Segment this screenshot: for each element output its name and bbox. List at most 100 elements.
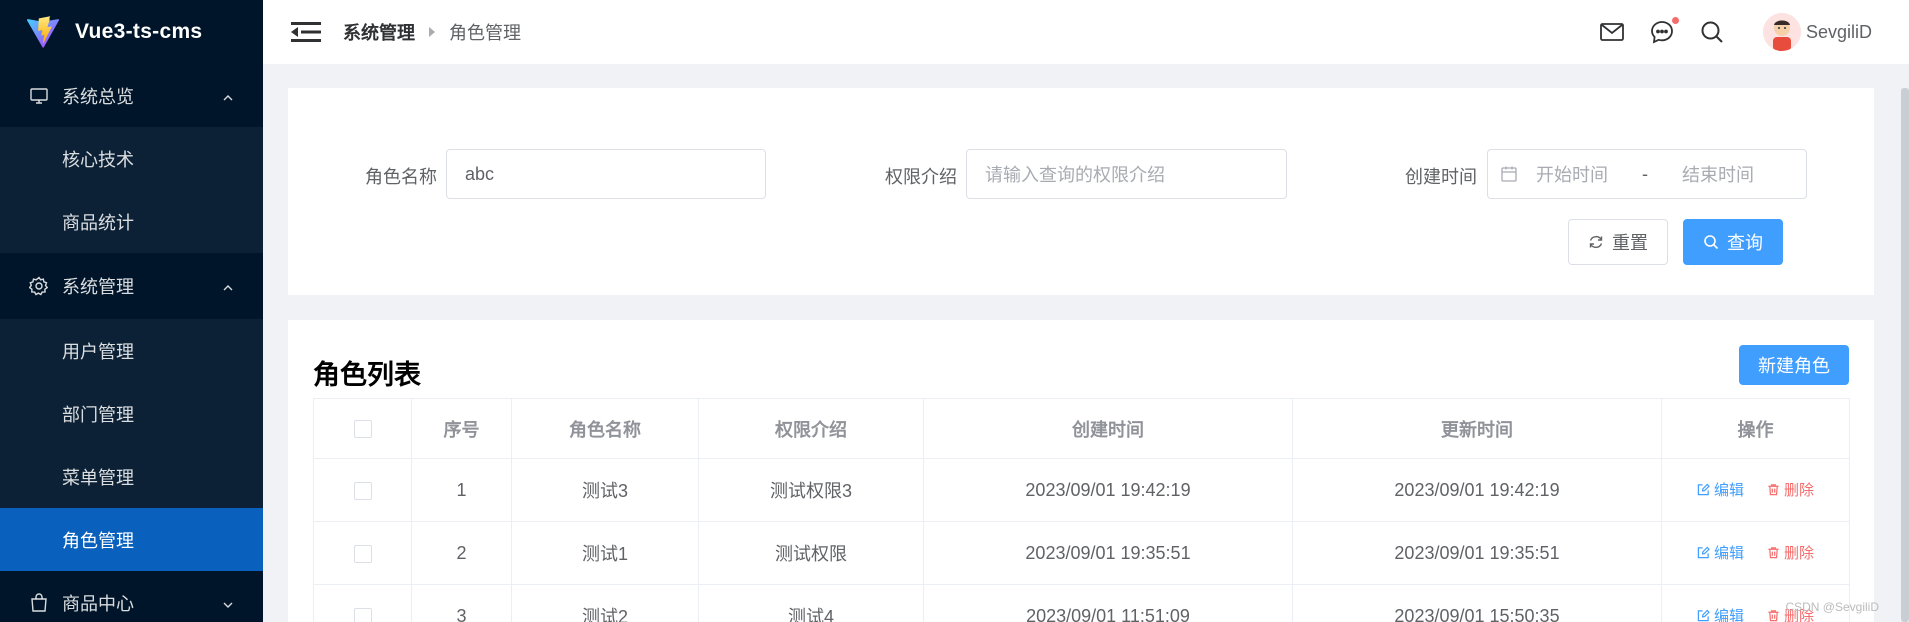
reset-label: 重置 xyxy=(1612,233,1648,253)
monitor-icon xyxy=(29,86,49,106)
sidebar-item-label: 部门管理 xyxy=(62,404,134,425)
sidebar-item-core-tech[interactable]: 核心技术 xyxy=(0,127,263,190)
create-time-label: 创建时间 xyxy=(1405,167,1477,187)
sidebar-item-goods-stats[interactable]: 商品统计 xyxy=(0,190,263,253)
table-row: 1 测试3 测试权限3 2023/09/01 19:42:19 2023/09/… xyxy=(313,458,1850,522)
edit-button[interactable]: 编辑 xyxy=(1697,542,1744,563)
sidebar-item-roles[interactable]: 角色管理 xyxy=(0,508,263,571)
menu-group-label: 系统管理 xyxy=(62,277,134,297)
column-header: 创建时间 xyxy=(923,398,1293,459)
main-content: 角色名称 abc 权限介绍 请输入查询的权限介绍 创建时间 开始时间 - 结束时… xyxy=(263,64,1909,622)
breadcrumb-item[interactable]: 系统管理 xyxy=(343,19,415,45)
edit-icon xyxy=(1697,546,1710,559)
app-logo[interactable]: Vue3-ts-cms xyxy=(0,0,263,64)
breadcrumb: 系统管理 角色管理 xyxy=(343,19,521,45)
setting-icon xyxy=(29,276,49,296)
select-all-cell xyxy=(313,398,412,459)
delete-label: 删除 xyxy=(1784,482,1815,499)
sidebar-item-departments[interactable]: 部门管理 xyxy=(0,382,263,445)
updated-cell: 2023/09/01 15:50:35 xyxy=(1292,584,1662,622)
sidebar-item-label: 角色管理 xyxy=(62,530,134,551)
range-separator: - xyxy=(1642,163,1648,184)
role-name-label: 角色名称 xyxy=(365,167,437,187)
sidebar-item-menus[interactable]: 菜单管理 xyxy=(0,445,263,508)
query-button[interactable]: 查询 xyxy=(1683,219,1783,265)
menu-fold-icon[interactable] xyxy=(291,20,321,44)
table-title: 角色列表 xyxy=(313,360,421,390)
column-header: 更新时间 xyxy=(1292,398,1662,459)
sidebar-item-label: 商品统计 xyxy=(62,212,134,233)
menu-group-system[interactable]: 系统管理 xyxy=(0,253,263,319)
notification-dot xyxy=(1671,17,1679,24)
row-checkbox[interactable] xyxy=(353,481,372,500)
create-time-range-picker[interactable]: 开始时间 - 结束时间 xyxy=(1487,149,1807,199)
select-all-checkbox[interactable] xyxy=(353,420,372,439)
menu-group-overview[interactable]: 系统总览 xyxy=(0,64,263,127)
caret-right-icon xyxy=(427,26,437,38)
actions-cell: 编辑 删除 xyxy=(1661,458,1850,522)
row-checkbox[interactable] xyxy=(353,544,372,563)
intro-placeholder: 请输入查询的权限介绍 xyxy=(985,165,1165,185)
role-table: 序号 角色名称 权限介绍 创建时间 更新时间 操作 1 测试3 测试权限3 20… xyxy=(313,398,1850,622)
column-header: 角色名称 xyxy=(511,398,699,459)
delete-button[interactable]: 删除 xyxy=(1767,542,1814,563)
reset-button[interactable]: 重置 xyxy=(1568,219,1668,265)
end-time-placeholder[interactable]: 结束时间 xyxy=(1682,161,1754,187)
scrollbar[interactable] xyxy=(1901,88,1909,622)
index-cell: 3 xyxy=(411,584,512,622)
scrollbar-thumb[interactable] xyxy=(1901,88,1909,622)
chevron-up-icon xyxy=(221,89,235,103)
search-icon xyxy=(1704,235,1719,250)
user-menu[interactable]: SevgiliD xyxy=(1762,13,1872,51)
role-name-value: abc xyxy=(465,163,495,184)
edit-label: 编辑 xyxy=(1713,608,1744,622)
edit-icon xyxy=(1697,609,1710,622)
table-row: 3 测试2 测试4 2023/09/01 11:51:09 2023/09/01… xyxy=(313,584,1850,622)
select-cell xyxy=(313,521,412,585)
delete-label: 删除 xyxy=(1784,545,1815,562)
select-cell xyxy=(313,458,412,522)
mail-icon[interactable] xyxy=(1599,19,1625,45)
calendar-icon xyxy=(1500,165,1518,183)
name-cell: 测试1 xyxy=(511,521,699,585)
chat-icon[interactable] xyxy=(1649,17,1679,45)
updated-cell: 2023/09/01 19:42:19 xyxy=(1292,458,1662,522)
intro-cell: 测试4 xyxy=(698,584,924,622)
edit-label: 编辑 xyxy=(1713,482,1744,499)
updated-cell: 2023/09/01 19:35:51 xyxy=(1292,521,1662,585)
edit-button[interactable]: 编辑 xyxy=(1697,605,1744,622)
query-label: 查询 xyxy=(1727,233,1763,253)
chevron-up-icon xyxy=(221,279,235,293)
delete-button[interactable]: 删除 xyxy=(1767,479,1814,500)
created-cell: 2023/09/01 19:35:51 xyxy=(923,521,1293,585)
start-time-placeholder[interactable]: 开始时间 xyxy=(1536,161,1608,187)
search-form: 角色名称 abc 权限介绍 请输入查询的权限介绍 创建时间 开始时间 - 结束时… xyxy=(288,88,1874,295)
sidebar-item-label: 用户管理 xyxy=(62,341,134,362)
intro-label: 权限介绍 xyxy=(885,167,957,187)
sidebar-item-label: 菜单管理 xyxy=(62,467,134,488)
created-cell: 2023/09/01 19:42:19 xyxy=(923,458,1293,522)
role-table-card: 角色列表 新建角色 序号 角色名称 权限介绍 创建时间 更新时间 操作 1 测试… xyxy=(288,320,1874,622)
submenu-system: 用户管理 部门管理 菜单管理 角色管理 xyxy=(0,319,263,571)
menu-group-label: 系统总览 xyxy=(62,86,134,107)
row-checkbox[interactable] xyxy=(353,607,372,622)
intro-cell: 测试权限3 xyxy=(698,458,924,522)
sidebar-item-label: 核心技术 xyxy=(62,149,134,170)
intro-cell: 测试权限 xyxy=(698,521,924,585)
table-row: 2 测试1 测试权限 2023/09/01 19:35:51 2023/09/0… xyxy=(313,521,1850,585)
menu-group-label: 商品中心 xyxy=(62,594,134,614)
index-cell: 1 xyxy=(411,458,512,522)
username: SevgiliD xyxy=(1805,21,1872,42)
created-cell: 2023/09/01 11:51:09 xyxy=(923,584,1293,622)
search-icon[interactable] xyxy=(1699,19,1725,45)
intro-input[interactable]: 请输入查询的权限介绍 xyxy=(966,149,1287,199)
sidebar-item-users[interactable]: 用户管理 xyxy=(0,319,263,382)
vite-logo-icon xyxy=(26,15,60,49)
watermark: CSDN @SevgiliD xyxy=(1785,600,1879,614)
menu-group-goods[interactable]: 商品中心 xyxy=(0,571,263,622)
header-actions: SevgiliD xyxy=(1575,0,1872,64)
table-header-row: 序号 角色名称 权限介绍 创建时间 更新时间 操作 xyxy=(313,398,1850,459)
edit-button[interactable]: 编辑 xyxy=(1697,479,1744,500)
new-role-button[interactable]: 新建角色 xyxy=(1739,345,1849,385)
role-name-input[interactable]: abc xyxy=(446,149,766,199)
